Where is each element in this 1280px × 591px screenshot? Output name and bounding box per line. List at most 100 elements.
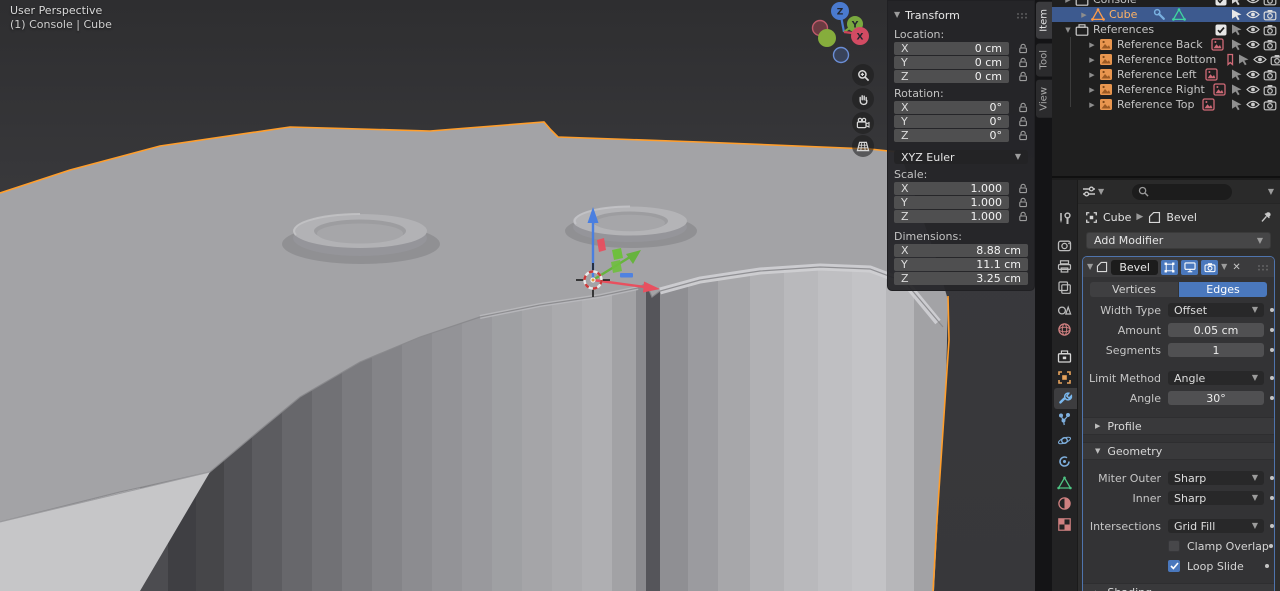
tab-view[interactable]: View [1036,80,1052,118]
camera-icon[interactable] [1263,24,1277,36]
filter-dropdown-icon[interactable]: ▼ [1268,187,1274,196]
disclosure-icon[interactable]: ▶ [1086,41,1098,49]
tab-view-layer[interactable] [1052,277,1077,298]
selectable-pointer-icon[interactable] [1230,83,1243,96]
disclosure-icon[interactable]: ▶ [1086,101,1098,109]
nav-axis-neg-z[interactable] [832,46,850,64]
lock-open-icon[interactable] [1018,116,1028,127]
tab-item[interactable]: Item [1036,2,1052,39]
camera-icon[interactable] [1263,39,1277,51]
limit-method-dropdown[interactable]: Angle ▼ [1168,371,1264,385]
gizmo-plane-handle-z[interactable] [620,273,633,278]
tab-constraints[interactable] [1052,451,1077,472]
outliner-row-console[interactable]: ▶ Console [1052,0,1280,7]
disclosure-icon[interactable]: ▶ [1086,86,1098,94]
camera-icon[interactable] [1263,0,1277,6]
checkbox-checked-icon[interactable] [1215,0,1227,6]
lock-open-icon[interactable] [1018,102,1028,113]
rotation-x-field[interactable]: X 0° [894,101,1009,114]
eye-icon[interactable] [1246,9,1260,20]
outliner-row-reference-left[interactable]: ▶ Reference Left [1052,67,1280,82]
close-icon[interactable]: ✕ [1232,262,1240,273]
scale-x-field[interactable]: X 1.000 [894,182,1009,195]
tab-material[interactable] [1052,493,1077,514]
rotation-z-field[interactable]: Z 0° [894,129,1009,142]
nav-axis-gizmo[interactable]: Z Y X [806,0,884,70]
lock-open-icon[interactable] [1018,183,1028,194]
3d-scene-canvas[interactable] [0,0,1035,591]
location-z-field[interactable]: Z0 cm [894,70,1009,83]
mesh-cube[interactable] [0,121,950,591]
panel-drag-dots-icon[interactable] [1016,12,1028,19]
expand-chevron-icon[interactable]: ▼ [1087,263,1093,271]
disclosure-icon[interactable]: ▶ [1078,11,1090,19]
nav-axis-neg-y[interactable] [818,29,836,47]
tab-object-data[interactable] [1052,472,1077,493]
animate-decorator[interactable] [1265,564,1269,568]
checkbox-checked-icon[interactable] [1215,24,1227,36]
gizmo-plane-handle-y2[interactable] [611,260,622,273]
toggle-render-display[interactable] [1201,259,1219,275]
tab-tool[interactable] [1052,208,1077,229]
outliner-row-reference-bottom[interactable]: ▶ Reference Bottom [1052,52,1280,67]
miter-inner-dropdown[interactable]: Sharp ▼ [1168,491,1264,505]
location-y-field[interactable]: Y0 cm [894,56,1009,69]
outliner-row-cube[interactable]: ▶ Cube [1052,7,1280,22]
lock-open-icon[interactable] [1018,197,1028,208]
animate-decorator[interactable] [1270,376,1274,380]
animate-decorator[interactable] [1270,308,1274,312]
camera-icon[interactable] [1263,9,1277,21]
disclosure-icon[interactable]: ▶ [1062,0,1074,4]
tab-tool[interactable]: Tool [1036,42,1052,77]
tab-object-props[interactable] [1052,367,1077,388]
eye-icon[interactable] [1246,39,1260,50]
selectable-pointer-icon[interactable] [1230,98,1243,111]
gizmo-plane-handle-y[interactable] [612,248,623,260]
affect-vertices-button[interactable]: Vertices [1090,282,1179,297]
selectable-pointer-icon[interactable] [1230,68,1243,81]
selectable-pointer-icon[interactable] [1237,53,1250,66]
lock-open-icon[interactable] [1018,57,1028,68]
tab-world[interactable] [1052,319,1077,340]
pan-button[interactable] [852,88,874,110]
outliner-row-reference-top[interactable]: ▶ Reference Top [1052,97,1280,112]
rotation-mode-dropdown[interactable]: XYZ Euler ▼ [894,150,1028,164]
animate-decorator[interactable] [1270,524,1274,528]
dimension-y-field[interactable]: Y 11.1 cm [894,258,1028,271]
shading-subpanel-header[interactable]: ▶ Shading [1083,583,1274,591]
outliner-row-reference-back[interactable]: ▶ Reference Back [1052,37,1280,52]
animate-decorator[interactable] [1268,544,1273,548]
animate-decorator[interactable] [1270,476,1274,480]
animate-decorator[interactable] [1270,496,1274,500]
miter-outer-dropdown[interactable]: Sharp ▼ [1168,471,1264,485]
breadcrumb-object[interactable]: Cube [1103,211,1131,224]
affect-edges-button[interactable]: Edges [1179,282,1267,297]
eye-icon[interactable] [1253,54,1268,65]
tab-modifiers[interactable] [1054,388,1077,409]
eye-icon[interactable] [1246,24,1260,35]
breadcrumb-modifier[interactable]: Bevel [1166,211,1197,224]
camera-icon[interactable] [1270,54,1280,66]
outliner-row-references[interactable]: ▼ References [1052,22,1280,37]
segments-field[interactable]: 1 [1168,343,1264,357]
transform-panel-header[interactable]: ▼ Transform [894,6,1028,24]
drag-dots-icon[interactable] [1257,264,1269,271]
lock-open-icon[interactable] [1018,211,1028,222]
profile-subpanel-header[interactable]: ▶ Profile [1083,417,1274,435]
toggle-edit-mode-display[interactable] [1161,259,1179,275]
animate-decorator[interactable] [1270,396,1274,400]
modifier-header[interactable]: ▼ Bevel ▼ ✕ [1083,257,1274,277]
modifier-name-field[interactable]: Bevel [1111,259,1159,275]
intersections-dropdown[interactable]: Grid Fill ▼ [1168,519,1264,533]
3d-viewport[interactable]: User Perspective (1) Console | Cube Z Y … [0,0,1035,591]
loop-slide-checkbox[interactable] [1168,560,1180,572]
eye-icon[interactable] [1246,99,1260,110]
amount-field[interactable]: 0.05 cm [1168,323,1264,337]
selectable-pointer-icon[interactable] [1230,8,1243,21]
tab-render[interactable] [1052,235,1077,256]
rotation-y-field[interactable]: Y 0° [894,115,1009,128]
pin-icon[interactable] [1260,211,1272,223]
tab-collection-props[interactable] [1052,346,1077,367]
add-modifier-button[interactable]: Add Modifier ▼ [1086,232,1271,249]
tab-physics[interactable] [1052,430,1077,451]
